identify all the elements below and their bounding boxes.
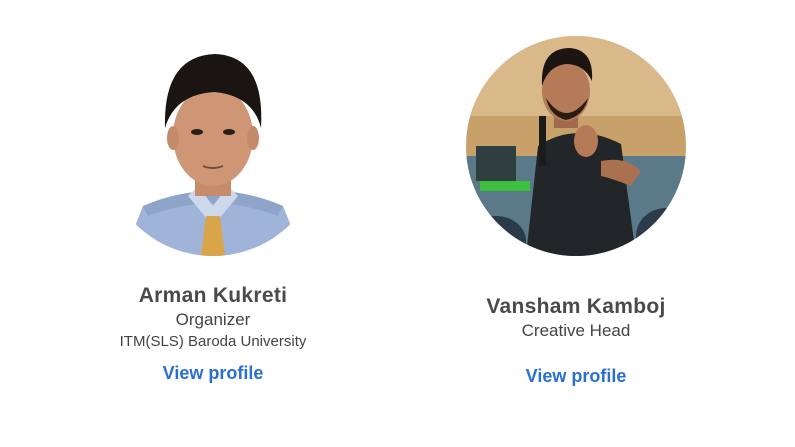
view-profile-link[interactable]: View profile [526,366,627,387]
avatar [103,36,323,256]
team-members-section: Arman Kukreti Organizer ITM(SLS) Baroda … [0,0,795,447]
view-profile-link[interactable]: View profile [163,363,264,384]
avatar-photo [103,36,323,256]
avatar [466,36,686,256]
member-name: Arman Kukreti [138,284,288,307]
avatar-photo [466,36,686,256]
member-role: Organizer [175,310,251,329]
member-name: Vansham Kamboj [486,295,666,318]
member-organization: ITM(SLS) Baroda University [119,333,307,350]
member-role: Creative Head [521,321,631,340]
member-card-arman: Arman Kukreti Organizer ITM(SLS) Baroda … [83,0,343,384]
member-card-vansham: Vansham Kamboj Creative Head View profil… [446,0,706,387]
